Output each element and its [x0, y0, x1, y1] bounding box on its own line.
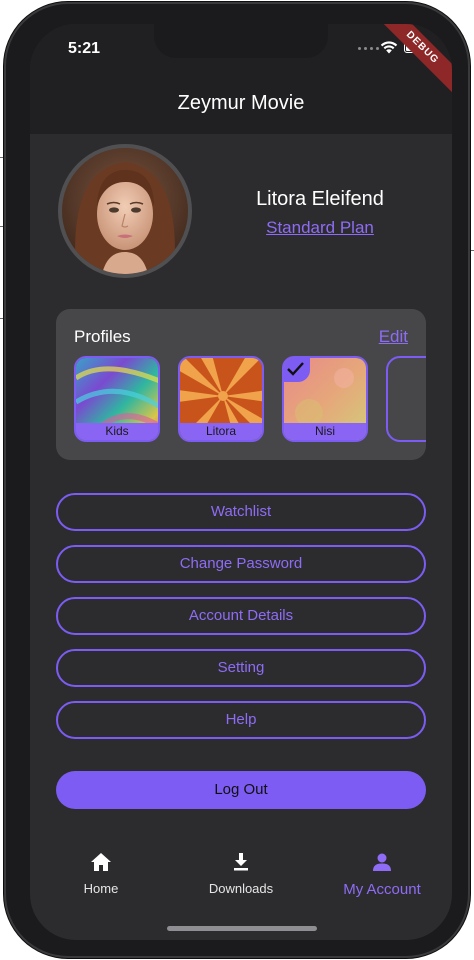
signal-icon: [358, 47, 379, 50]
wifi-icon: [380, 41, 398, 54]
home-indicator[interactable]: [167, 926, 317, 931]
plan-link[interactable]: Standard Plan: [220, 218, 420, 238]
page-title: Zeymur Movie: [177, 92, 305, 114]
status-time: 5:21: [68, 40, 101, 57]
person-icon: [373, 853, 391, 871]
user-name: Litora Eleifend: [256, 188, 384, 210]
app-screen: 5:21 DEBUG Zeymur Movie Litora Eleifend …: [30, 24, 452, 940]
nav-label: Downloads: [208, 881, 274, 896]
debug-banner: DEBUG: [372, 24, 452, 98]
profile-label: Litora: [180, 423, 262, 440]
avatar[interactable]: [58, 144, 192, 278]
profile-label: Kids: [76, 423, 158, 440]
profile-tile-litora[interactable]: Litora: [178, 356, 264, 442]
profile-tile-add[interactable]: [386, 356, 426, 442]
nav-label: Home: [83, 881, 119, 896]
change-password-button[interactable]: Change Password: [56, 545, 426, 583]
help-button[interactable]: Help: [56, 701, 426, 739]
profile-label: Nisi: [284, 423, 366, 440]
selected-check-icon: [284, 358, 310, 382]
profiles-title: Profiles: [74, 327, 131, 346]
watchlist-button[interactable]: Watchlist: [56, 493, 426, 531]
account-details-button[interactable]: Account Details: [56, 597, 426, 635]
download-icon: [234, 853, 248, 871]
nav-label: My Account: [343, 881, 421, 898]
setting-button[interactable]: Setting: [56, 649, 426, 687]
nav-home[interactable]: Home: [31, 852, 171, 896]
home-icon: [91, 853, 111, 871]
profile-tile-kids[interactable]: Kids: [74, 356, 160, 442]
phone-frame: 5:21 DEBUG Zeymur Movie Litora Eleifend …: [4, 2, 470, 958]
logout-button[interactable]: Log Out: [56, 771, 426, 809]
nav-downloads[interactable]: Downloads: [171, 852, 311, 896]
profile-tile-nisi[interactable]: Nisi: [282, 356, 368, 442]
device-notch: [154, 24, 328, 58]
nav-my-account[interactable]: My Account: [312, 852, 452, 898]
edit-profiles-link[interactable]: Edit: [379, 327, 408, 347]
profiles-card: Profiles Edit Kids Litora Nisi: [56, 309, 426, 460]
app-bar: 5:21 DEBUG Zeymur Movie: [30, 24, 452, 134]
